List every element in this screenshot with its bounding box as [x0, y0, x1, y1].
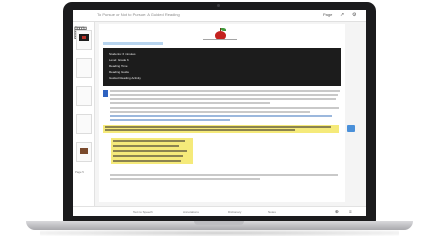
scene: To Pursue or Not to Pursue: A Guided Rea… [0, 0, 437, 248]
page-thumbnail-sidebar: Page 1 Page 5 ▦ [73, 22, 95, 216]
thumbnail-label: Page 5 [75, 170, 84, 174]
body-text-line [110, 94, 338, 96]
annotate-button[interactable] [347, 125, 355, 132]
app-bottom-bar: Text to Speech Annotations Dictionary No… [73, 206, 366, 216]
body-text-line [110, 90, 340, 92]
highlighted-list-item [113, 145, 179, 147]
linked-text-line[interactable] [110, 115, 332, 117]
laptop-screen: To Pursue or Not to Pursue: A Guided Rea… [73, 10, 366, 216]
info-line: Level: Grade 6 [109, 58, 129, 62]
info-line: Reading Guide [109, 70, 130, 74]
highlighted-list-item [113, 150, 187, 152]
document-page: Students: 6 minutes Level: Grade 6 Readi… [99, 24, 345, 202]
body-text-line [110, 111, 310, 113]
page-thumbnail-3[interactable] [76, 86, 92, 106]
share-icon[interactable]: ↗ [340, 12, 344, 18]
info-line: Reading Time [109, 64, 128, 68]
thumbnail-label: Page 1 [75, 25, 84, 29]
laptop-shadow [40, 230, 399, 236]
notes-button[interactable]: Notes [268, 210, 276, 214]
annotations-button[interactable]: Annotations [183, 210, 199, 214]
info-line: Guided Reading Activity [109, 76, 141, 80]
settings-icon[interactable]: ⚙ [352, 12, 356, 18]
info-line: Students: 6 minutes [109, 52, 136, 56]
laptop-notch [194, 221, 244, 225]
document-title: To Pursue or Not to Pursue: A Guided Rea… [97, 12, 180, 17]
body-text-line [110, 98, 336, 100]
page-thumbnail-5[interactable] [76, 142, 92, 162]
highlighted-list-item [113, 160, 181, 162]
page-thumbnail-1[interactable] [76, 30, 92, 50]
app-top-bar: To Pursue or Not to Pursue: A Guided Rea… [73, 10, 366, 22]
dictionary-button[interactable]: Dictionary [228, 210, 241, 214]
page-thumbnail-4[interactable] [76, 114, 92, 134]
drop-cap [103, 90, 108, 97]
section-header-bar [103, 42, 163, 45]
body-text-line [110, 102, 270, 104]
apple-logo [203, 27, 237, 41]
body-text-line [110, 174, 338, 176]
highlighted-list-item [113, 140, 185, 142]
body-text-line [110, 178, 260, 180]
body-text-line [110, 107, 339, 109]
menu-icon[interactable]: ≡ [349, 209, 352, 214]
text-to-speech-button[interactable]: Text to Speech [133, 210, 153, 214]
page-thumbnail-2[interactable] [76, 58, 92, 78]
highlighted-text-line [105, 126, 331, 128]
highlighted-text-line [105, 129, 295, 131]
zoom-icon[interactable]: ⊕ [335, 209, 339, 215]
page-indicator[interactable]: Page [323, 12, 332, 17]
lesson-info-box: Students: 6 minutes Level: Grade 6 Readi… [103, 48, 341, 86]
linked-text-line[interactable] [110, 119, 230, 121]
highlighted-list-item [113, 155, 183, 157]
laptop-lid: To Pursue or Not to Pursue: A Guided Rea… [63, 2, 376, 222]
laptop-base [26, 221, 413, 230]
webcam [217, 4, 220, 7]
